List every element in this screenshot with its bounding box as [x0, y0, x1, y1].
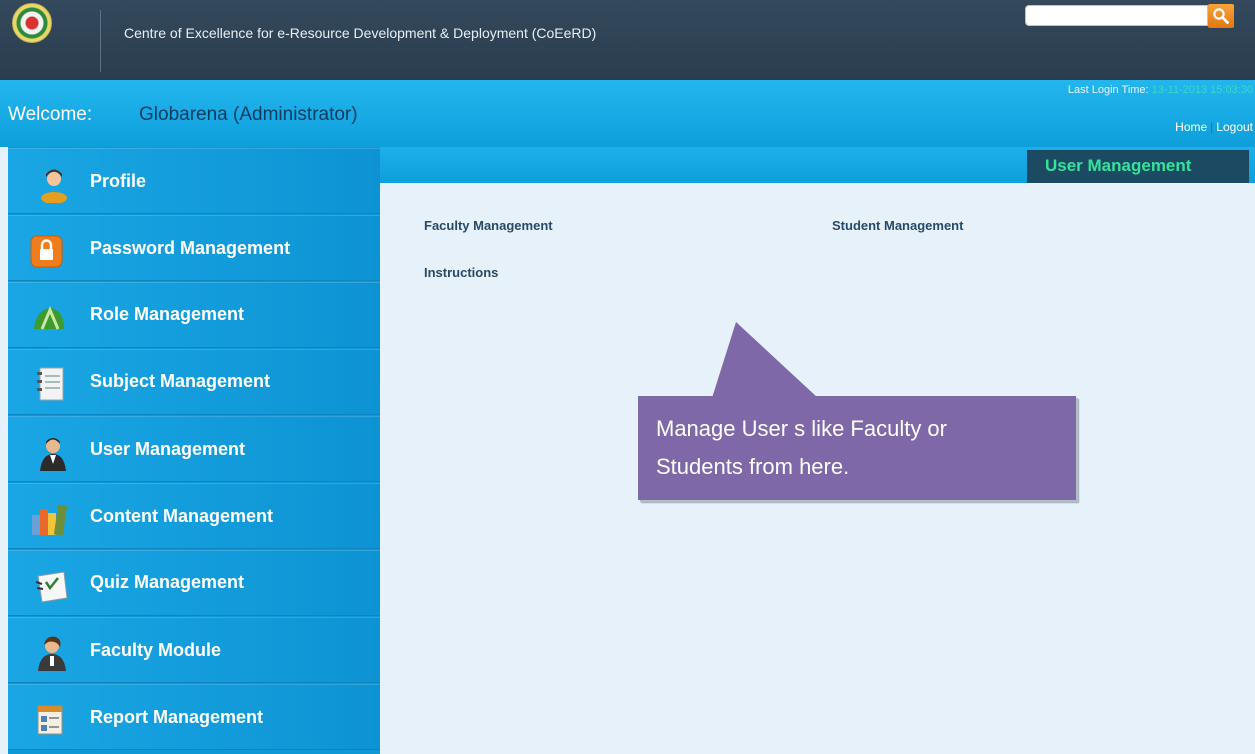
sidebar-item-report-management[interactable]: Report Management	[8, 684, 380, 750]
sidebar-item-label: Subject Management	[90, 371, 271, 391]
quiz-icon	[35, 571, 68, 603]
instructions-link[interactable]: Instructions	[424, 265, 498, 280]
callout-line-2: Students from here.	[656, 454, 850, 479]
callout-line-1: Manage User s like Faculty or	[656, 416, 947, 441]
university-logo	[12, 3, 52, 43]
sidebar-item-content-management[interactable]: Content Management	[8, 483, 380, 549]
sidebar-item-user-management[interactable]: User Management	[8, 416, 380, 482]
logout-link[interactable]: Logout	[1216, 120, 1253, 134]
sidebar-item-label: Quiz Management	[90, 572, 245, 592]
last-login-info: Last Login Time: 13-11-2013 15:03:30	[1068, 84, 1253, 96]
sidebar-item-label: Password Management	[90, 238, 291, 258]
header-divider	[100, 10, 101, 72]
student-management-link[interactable]: Student Management	[832, 218, 963, 233]
last-login-label: Last Login Time:	[1067, 84, 1149, 96]
faculty-icon	[38, 636, 66, 671]
search-input[interactable]	[1025, 5, 1208, 26]
sidebar-item-password-management[interactable]: Password Management	[8, 215, 380, 281]
books-icon	[32, 504, 68, 536]
search-button[interactable]	[1208, 4, 1234, 28]
sidebar-item-role-management[interactable]: Role Management	[8, 282, 380, 348]
user-profile-icon	[41, 169, 67, 203]
notebook-icon	[37, 367, 64, 401]
sidebar-item-label: Content Management	[90, 506, 274, 526]
sidebar-item-quiz-management[interactable]: Quiz Management	[8, 550, 380, 616]
search-icon	[1213, 8, 1229, 24]
report-icon	[37, 705, 63, 735]
sidebar-item-subject-management[interactable]: Subject Management	[8, 349, 380, 415]
welcome-username: Globarena (Administrator)	[139, 104, 358, 125]
welcome-label: Welcome:	[8, 104, 93, 125]
faculty-management-link[interactable]: Faculty Management	[424, 218, 553, 233]
sidebar-item-label: User Management	[90, 439, 246, 459]
site-title: Centre of Excellence for e-Resource Deve…	[124, 25, 597, 41]
callout-text: Manage User s like Faculty or Students f…	[656, 410, 1046, 486]
callout-pointer	[712, 322, 818, 398]
logo-caption	[14, 46, 50, 66]
section-title: User Management	[1027, 150, 1249, 183]
sidebar-item-faculty-module[interactable]: Faculty Module	[8, 617, 380, 683]
lock-icon	[30, 235, 63, 268]
top-links: Home | Logout	[1175, 120, 1253, 134]
last-login-time: 13-11-2013 15:03:30	[1151, 84, 1253, 96]
link-separator: |	[1210, 120, 1214, 134]
home-link[interactable]: Home	[1175, 120, 1207, 134]
sidebar-item-label: Faculty Module	[90, 640, 222, 660]
user-management-icon	[40, 438, 66, 471]
sidebar-item-profile[interactable]: Profile	[8, 148, 380, 214]
role-icon	[34, 306, 64, 330]
sidebar-item-label: Role Management	[90, 304, 245, 324]
sidebar-item-label: Report Management	[90, 707, 264, 727]
sidebar-item-label: Profile	[90, 171, 147, 191]
